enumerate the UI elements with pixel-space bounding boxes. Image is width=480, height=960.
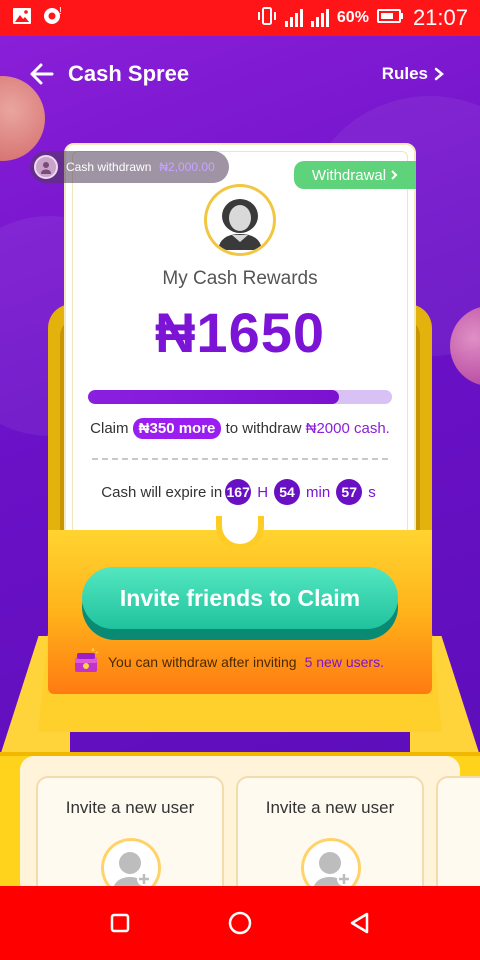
rules-link[interactable]: Rules: [382, 64, 444, 84]
claim-prefix: Claim: [90, 420, 129, 437]
invite-tile[interactable]: Invite a new user: [36, 776, 224, 886]
vibrate-icon: [257, 6, 277, 30]
minutes-unit: min: [306, 483, 331, 501]
seconds-unit: s: [368, 483, 376, 501]
add-user-icon: [301, 838, 361, 886]
rules-label: Rules: [381, 64, 428, 83]
battery-icon: [376, 8, 405, 29]
chevron-right-icon: [391, 170, 398, 180]
withdraw-hint: You can withdraw after inviting 5 new us…: [72, 648, 412, 676]
cash-rewards-amount: ₦1650: [154, 301, 326, 364]
square-icon: [110, 913, 130, 933]
triangle-back-icon: [350, 912, 369, 934]
app-header: Cash Spree Rules: [0, 56, 480, 92]
divider: [92, 458, 388, 460]
avatar: [34, 155, 58, 179]
hint-text: You can withdraw after inviting: [108, 654, 297, 670]
invite-tile[interactable]: Invite a new user: [236, 776, 424, 886]
minutes-value: 54: [274, 479, 301, 505]
claim-text: Claim ₦350 more to withdraw ₦2000 cash.: [64, 418, 416, 439]
gallery-icon: [12, 7, 32, 30]
system-nav-bar: [0, 886, 480, 960]
claim-target: ₦2000 cash.: [305, 420, 390, 437]
cash-rewards-label: My Cash Rewards: [162, 268, 318, 289]
withdrawn-amount: ₦2,000.00: [159, 160, 215, 174]
withdrawal-button[interactable]: Withdrawal: [294, 161, 416, 189]
invite-tile-label: Invite a new user: [65, 798, 195, 817]
progress-fill: [88, 390, 339, 404]
user-avatar-icon: [218, 199, 262, 250]
arrow-left-icon: [30, 63, 54, 85]
signal-icon: [284, 9, 303, 27]
back-nav-button[interactable]: [340, 903, 380, 943]
expire-countdown: Cash will expire in 167 H 54 min 57 s: [64, 479, 416, 505]
home-button[interactable]: [220, 903, 260, 943]
clock: 21:07: [412, 5, 468, 30]
main-stage: Cash Spree Rules Cash withdrawn ₦2,000.0…: [0, 36, 480, 886]
cash-withdrawn-ticker: Cash withdrawn ₦2,000.00: [30, 151, 229, 183]
withdrawn-label: Cash withdrawn: [66, 160, 152, 174]
svg-text:!: !: [59, 6, 62, 17]
add-user-icon: [101, 838, 161, 886]
status-bar: ! 60% 21:07: [0, 0, 480, 36]
battery-percent: 60%: [336, 9, 369, 26]
signal-icon-2: [310, 9, 329, 27]
hours-unit: H: [257, 483, 269, 501]
withdrawal-label: Withdrawal: [311, 166, 387, 184]
invite-friends-button[interactable]: Invite friends to Claim: [82, 567, 398, 629]
claim-amount-pill: ₦350 more: [132, 418, 222, 439]
invite-tile-partial: [436, 776, 480, 886]
seconds-value: 57: [336, 479, 363, 505]
expire-prefix: Cash will expire in: [101, 483, 223, 501]
hours-value: 167: [225, 479, 252, 505]
circle-icon: [228, 911, 252, 935]
avatar: [204, 184, 276, 256]
invite-tile-label: Invite a new user: [265, 798, 395, 817]
money-stack-icon: [75, 648, 99, 672]
back-button[interactable]: [22, 56, 62, 92]
claim-middle: to withdraw: [225, 420, 302, 437]
chevron-right-icon: [434, 67, 444, 81]
hint-highlight: 5 new users.: [304, 654, 384, 670]
notification-icon: !: [42, 6, 64, 31]
rewards-progress-bar: [88, 390, 392, 404]
recent-apps-button[interactable]: [100, 903, 140, 943]
page-title: Cash Spree: [68, 61, 190, 86]
